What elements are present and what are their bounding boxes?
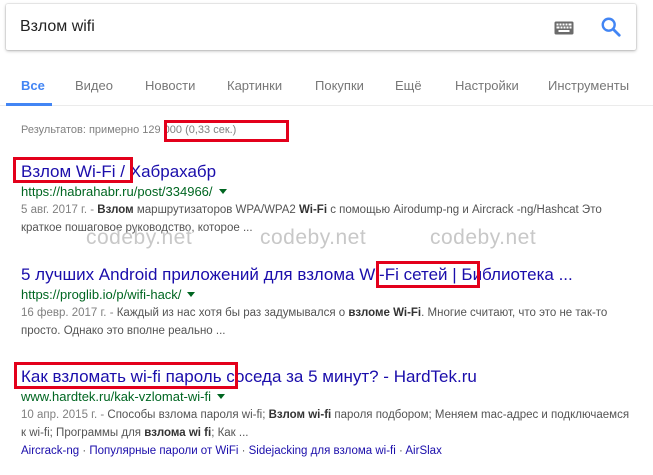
result-title-main[interactable]: Взлом Wi-Fi xyxy=(21,162,116,181)
snippet-text: Способы взлома пароля wi-fi; xyxy=(107,409,269,421)
result-title-part[interactable]: | Библиотека ... xyxy=(448,265,572,284)
snippet-bold: взлома wi fi xyxy=(144,427,212,439)
tab-settings[interactable]: Настройки xyxy=(455,78,519,93)
watermark: codeby.net xyxy=(430,226,537,249)
result-url-text: https://habrahabr.ru/post/334966/ xyxy=(21,184,213,199)
result-title[interactable]: Взлом Wi-Fi / Хабрахабр xyxy=(21,161,641,183)
result-stats: Результатов: примерно 129 000 (0,33 сек.… xyxy=(21,124,236,136)
caret-down-icon[interactable] xyxy=(217,394,225,399)
search-box[interactable]: Взлом wifi xyxy=(6,4,636,50)
result-stats-prefix: Результатов: примерно xyxy=(21,124,143,136)
snippet-bold: Wi-Fi xyxy=(299,204,328,216)
keyboard-icon[interactable] xyxy=(554,21,574,35)
tab-tools[interactable]: Инструменты xyxy=(548,78,629,93)
result-title-part[interactable]: Как взломать wi-fi пароль xyxy=(21,367,222,386)
result-url: https://proglib.io/p/wifi-hack/ xyxy=(21,286,641,304)
result-url-text: https://proglib.io/p/wifi-hack/ xyxy=(21,287,182,302)
tab-shopping[interactable]: Покупки xyxy=(315,78,364,93)
tab-all[interactable]: Все xyxy=(21,78,45,93)
search-icon[interactable] xyxy=(600,16,622,38)
sitelink[interactable]: Sidejacking для взлома wi-fi xyxy=(249,445,396,457)
result-title-part[interactable]: Wi-Fi сетей xyxy=(359,265,447,284)
sitelinks: Aircrack-ng · Популярные пароли от WiFi … xyxy=(21,445,442,457)
watermark: codeby.net xyxy=(86,226,193,249)
snippet-bold: Взлом xyxy=(97,204,134,216)
result-title-part[interactable]: соседа за 5 минут? - HardTek.ru xyxy=(222,367,477,386)
result-snippet: 10 апр. 2015 г. - Способы взлома пароля … xyxy=(21,406,631,442)
sitelink[interactable]: Aircrack-ng xyxy=(21,445,79,457)
search-result-2: 5 лучших Android приложений для взлома W… xyxy=(21,264,641,340)
snippet-bold: Взлом wi-fi xyxy=(268,409,332,421)
search-result-3: Как взломать wi-fi пароль соседа за 5 ми… xyxy=(21,366,641,460)
result-stats-count: 129 000 (0,33 сек.) xyxy=(142,124,237,136)
result-date: 5 авг. 2017 г. - xyxy=(21,204,98,216)
result-snippet: 16 февр. 2017 г. - Каждый из нас хотя бы… xyxy=(21,304,631,340)
snippet-text: маршрутизаторов WPA/WPA2 xyxy=(133,204,300,216)
search-input[interactable]: Взлом wifi xyxy=(20,18,95,36)
tab-news[interactable]: Новости xyxy=(145,78,195,93)
tab-more[interactable]: Ещё xyxy=(395,78,422,93)
result-title-rest[interactable]: / Хабрахабр xyxy=(116,162,216,181)
sitelink[interactable]: AirSlax xyxy=(405,445,441,457)
snippet-bold: взломе Wi-Fi xyxy=(348,307,422,319)
result-url-text: www.hardtek.ru/kak-vzlomat-wi-fi xyxy=(21,389,211,404)
result-date: 10 апр. 2015 г. - xyxy=(21,409,108,421)
result-url: https://habrahabr.ru/post/334966/ xyxy=(21,183,641,201)
tab-video[interactable]: Видео xyxy=(75,78,113,93)
result-url: www.hardtek.ru/kak-vzlomat-wi-fi xyxy=(21,388,641,406)
caret-down-icon[interactable] xyxy=(218,189,227,194)
result-date: 16 февр. 2017 г. - xyxy=(21,307,117,319)
result-title[interactable]: Как взломать wi-fi пароль соседа за 5 ми… xyxy=(21,366,641,388)
snippet-text: Каждый из нас хотя бы раз задумывался о xyxy=(116,307,349,319)
caret-down-icon[interactable] xyxy=(187,292,196,297)
snippet-text: ; Как ... xyxy=(211,427,249,439)
result-title[interactable]: 5 лучших Android приложений для взлома W… xyxy=(21,264,641,286)
result-title-part[interactable]: 5 лучших Android приложений для взлома xyxy=(21,265,359,284)
sitelink[interactable]: Популярные пароли от WiFi xyxy=(89,445,238,457)
active-tab-indicator xyxy=(6,103,52,106)
watermark: codeby.net xyxy=(260,226,367,249)
tab-images[interactable]: Картинки xyxy=(227,78,282,93)
search-tabs: Все Видео Новости Картинки Покупки Ещё Н… xyxy=(0,66,653,106)
